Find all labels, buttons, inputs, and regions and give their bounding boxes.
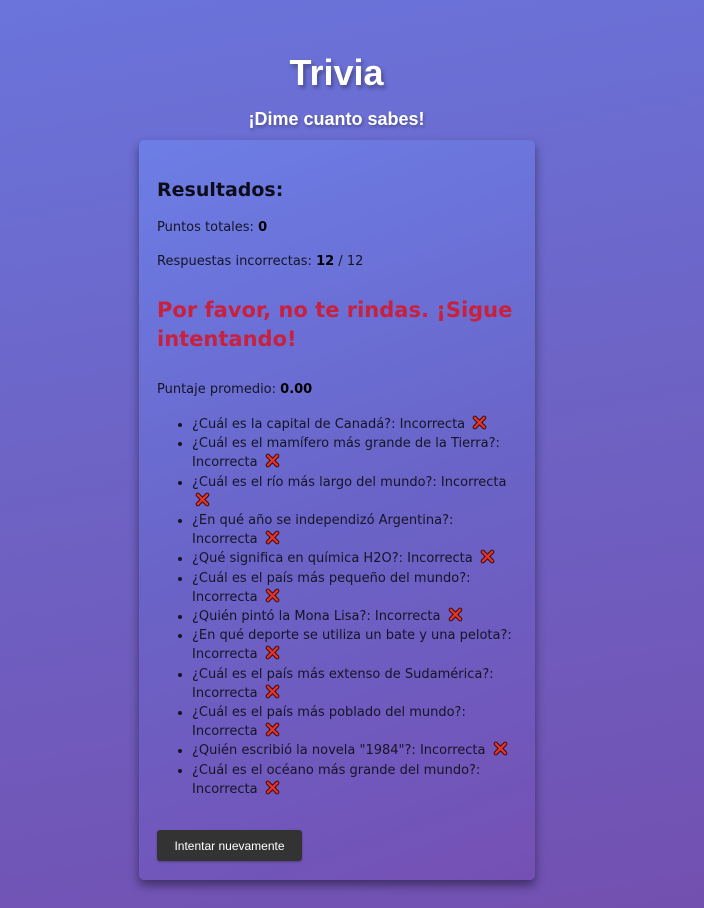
page-title: Trivia [289,52,384,94]
answer-item: ¿En qué año se independizó Argentina?: I… [192,511,519,549]
answer-item: ¿Cuál es el país más poblado del mundo?:… [192,703,519,741]
answer-text: ¿Cuál es el mamífero más grande de la Ti… [192,436,500,471]
average-score-stat: Puntaje promedio: 0.00 [157,381,312,399]
answer-text: ¿Cuál es el país más pequeño del mundo?:… [192,570,471,605]
retry-button[interactable]: Intentar nuevamente [157,830,302,861]
total-points-stat: Puntos totales: 0 [157,219,267,237]
answer-item: ¿Quién pintó la Mona Lisa?: Incorrecta [192,607,519,626]
answer-text: ¿Qué significa en química H2O?: Incorrec… [192,551,473,567]
total-points-label: Puntos totales: [157,220,259,235]
cross-mark-icon [265,780,280,795]
answer-text: ¿En qué año se independizó Argentina?: I… [192,513,454,548]
cross-mark-icon [265,454,280,468]
answer-text: ¿Quién escribió la novela "1984"?: Incor… [192,743,486,759]
answer-item: ¿En qué deporte se utiliza un bate y una… [192,626,519,664]
answer-item: ¿Cuál es el mamífero más grande de la Ti… [192,434,519,472]
answer-text: ¿Cuál es el río más largo del mundo?: In… [192,474,507,490]
page-subtitle: ¡Dime cuanto sabes! [248,109,425,129]
cross-mark-icon [265,530,280,545]
answer-item: ¿Cuál es la capital de Canadá?: Incorrec… [192,415,519,434]
cross-mark-icon [265,722,280,737]
cross-mark-icon [265,684,280,699]
answer-item: ¿Cuál es el océano más grande del mundo?… [192,761,519,799]
answer-item: ¿Cuál es el país más pequeño del mundo?:… [192,569,519,607]
incorrect-answers-total: / 12 [334,254,364,269]
answer-text: ¿Cuál es el océano más grande del mundo?… [192,762,481,797]
answer-item: ¿Cuál es el país más extenso de Sudaméri… [192,665,519,703]
incorrect-answers-stat: Respuestas incorrectas: 12 / 12 [157,253,363,271]
total-points-value: 0 [258,220,268,235]
cross-mark-icon [195,492,210,507]
cross-mark-icon [265,588,280,603]
answer-text: ¿En qué deporte se utiliza un bate y una… [192,628,512,663]
answer-text: ¿Cuál es el país más poblado del mundo?:… [192,705,466,740]
incorrect-answers-label: Respuestas incorrectas: [157,254,317,269]
cross-mark-icon [493,742,507,756]
results-card: Resultados: Puntos totales: 0 Respuestas… [139,140,535,880]
average-score-value: 0.00 [280,382,313,397]
cross-mark-icon [480,550,495,564]
encouragement-message: Por favor, no te rindas. ¡Sigue intentan… [157,298,513,351]
answer-item: ¿Quién escribió la novela "1984"?: Incor… [192,741,519,760]
answer-text: ¿Quién pintó la Mona Lisa?: Incorrecta [192,609,441,625]
cross-mark-icon [448,607,462,622]
answer-item: ¿Cuál es el río más largo del mundo?: In… [192,473,519,511]
cross-mark-icon [265,646,280,660]
answers-list: ¿Cuál es la capital de Canadá?: Incorrec… [157,415,519,799]
answer-text: ¿Cuál es el país más extenso de Sudaméri… [192,666,494,701]
cross-mark-icon [472,415,487,430]
incorrect-answers-value: 12 [316,254,335,269]
average-score-label: Puntaje promedio: [157,382,281,397]
answer-text: ¿Cuál es la capital de Canadá?: Incorrec… [192,417,466,432]
answer-item: ¿Qué significa en química H2O?: Incorrec… [192,549,519,568]
results-heading: Resultados: [157,179,284,201]
